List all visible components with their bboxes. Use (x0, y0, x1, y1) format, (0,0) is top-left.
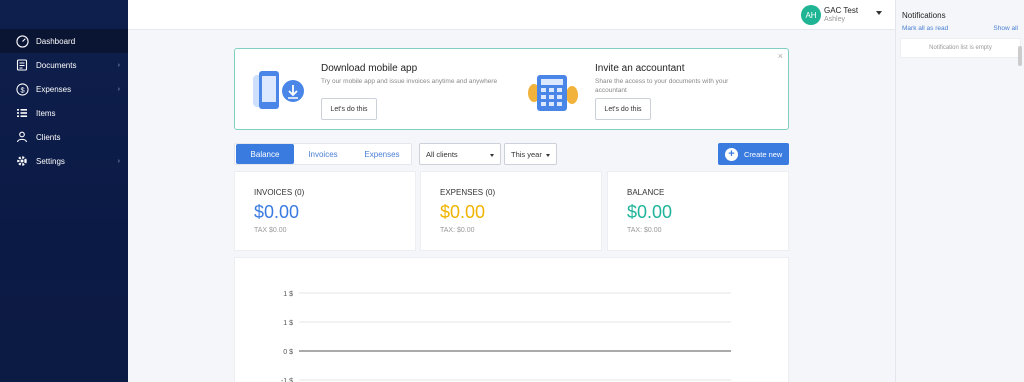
sidebar-item-dashboard[interactable]: Dashboard (0, 29, 128, 53)
chart-y-tick-label: 1 $ (283, 320, 293, 327)
plus-icon: + (725, 147, 738, 161)
chevron-right-icon: › (117, 157, 120, 165)
sidebar-item-documents[interactable]: Documents › (0, 53, 128, 77)
promo-accountant-description: Share the access to your documents with … (595, 78, 729, 94)
card-title: EXPENSES (0) (440, 188, 496, 197)
promo-app-title: Download mobile app (321, 63, 418, 74)
balance-card: BALANCE $0.00 TAX: $0.00 (607, 171, 789, 251)
sidebar-item-settings[interactable]: Settings › (0, 149, 128, 173)
tab-balance[interactable]: Balance (236, 144, 294, 164)
mark-all-read-link[interactable]: Mark all as read (902, 25, 948, 32)
caret-down-icon (546, 154, 550, 157)
sidebar-item-clients[interactable]: Clients (0, 125, 128, 149)
chart-y-tick-label: 0 $ (283, 349, 293, 356)
sidebar-item-label: Settings (36, 156, 65, 166)
list-icon (15, 106, 29, 120)
notifications-empty: Notification list is empty (900, 38, 1021, 58)
top-bar (128, 0, 895, 30)
promo-card: × Download mobile app Try our mobile app… (234, 48, 789, 130)
user-subname: Ashley (824, 16, 846, 23)
gear-icon (15, 154, 29, 168)
period-select-value: This year (511, 149, 542, 159)
card-tax: TAX: $0.00 (627, 227, 662, 234)
sidebar-item-expenses[interactable]: $ Expenses › (0, 77, 128, 101)
chart-svg: 1 $ 1 $ 0 $ -1 $ (281, 291, 731, 382)
chevron-right-icon: › (117, 61, 120, 69)
calculator-illustration (528, 75, 578, 111)
card-amount: $0.00 (440, 202, 486, 222)
caret-down-icon[interactable] (876, 11, 882, 15)
chart-y-tick-label: -1 $ (281, 378, 293, 382)
sidebar-item-label: Documents (36, 60, 77, 70)
card-amount: $0.00 (627, 202, 673, 222)
balance-chart: 1 $ 1 $ 0 $ -1 $ (234, 257, 789, 382)
tab-invoices[interactable]: Invoices (295, 144, 351, 164)
card-title: BALANCE (627, 188, 665, 197)
invite-accountant-button[interactable]: Let's do this (595, 98, 651, 120)
mobile-app-illustration (253, 71, 304, 109)
period-select[interactable]: This year (504, 143, 557, 165)
sidebar-item-items[interactable]: Items (0, 101, 128, 125)
scrollbar[interactable] (1018, 46, 1022, 66)
chart-y-tick-label: 1 $ (283, 291, 293, 298)
close-icon[interactable]: × (778, 51, 783, 61)
create-new-label: Create new (744, 149, 783, 159)
caret-down-icon (490, 154, 494, 157)
speedometer-icon (15, 34, 29, 48)
card-tax: TAX $0.00 (254, 227, 287, 234)
sidebar: Dashboard Documents › $ Expenses › Items… (0, 0, 128, 382)
sidebar-item-label: Dashboard (36, 36, 76, 46)
sidebar-item-label: Items (36, 108, 56, 118)
notifications-panel: Notifications Mark all as read Show all … (895, 0, 1024, 382)
chevron-right-icon: › (117, 85, 120, 93)
dollar-circle-icon: $ (15, 82, 29, 96)
create-new-button[interactable]: + Create new (718, 143, 789, 165)
svg-text:$: $ (20, 85, 24, 94)
person-icon (15, 130, 29, 144)
view-tabs: Balance Invoices Expenses (234, 143, 412, 165)
card-tax: TAX: $0.00 (440, 227, 475, 234)
sidebar-item-label: Expenses (36, 84, 72, 94)
avatar[interactable]: AH (801, 5, 821, 25)
clients-select[interactable]: All clients (419, 143, 501, 165)
sidebar-item-label: Clients (36, 132, 61, 142)
tab-expenses[interactable]: Expenses (352, 144, 412, 164)
invoices-card: INVOICES (0) $0.00 TAX $0.00 (234, 171, 416, 251)
card-title: INVOICES (0) (254, 188, 305, 197)
show-all-link[interactable]: Show all (993, 25, 1018, 32)
card-amount: $0.00 (254, 202, 300, 222)
clients-select-value: All clients (426, 149, 458, 159)
notifications-title: Notifications (902, 11, 946, 20)
download-app-button[interactable]: Let's do this (321, 98, 377, 120)
promo-app-description: Try our mobile app and issue invoices an… (321, 78, 498, 85)
document-icon (15, 58, 29, 72)
promo-accountant-title: Invite an accountant (595, 63, 685, 74)
expenses-card: EXPENSES (0) $0.00 TAX: $0.00 (420, 171, 602, 251)
user-name[interactable]: GAC Test (824, 6, 858, 15)
